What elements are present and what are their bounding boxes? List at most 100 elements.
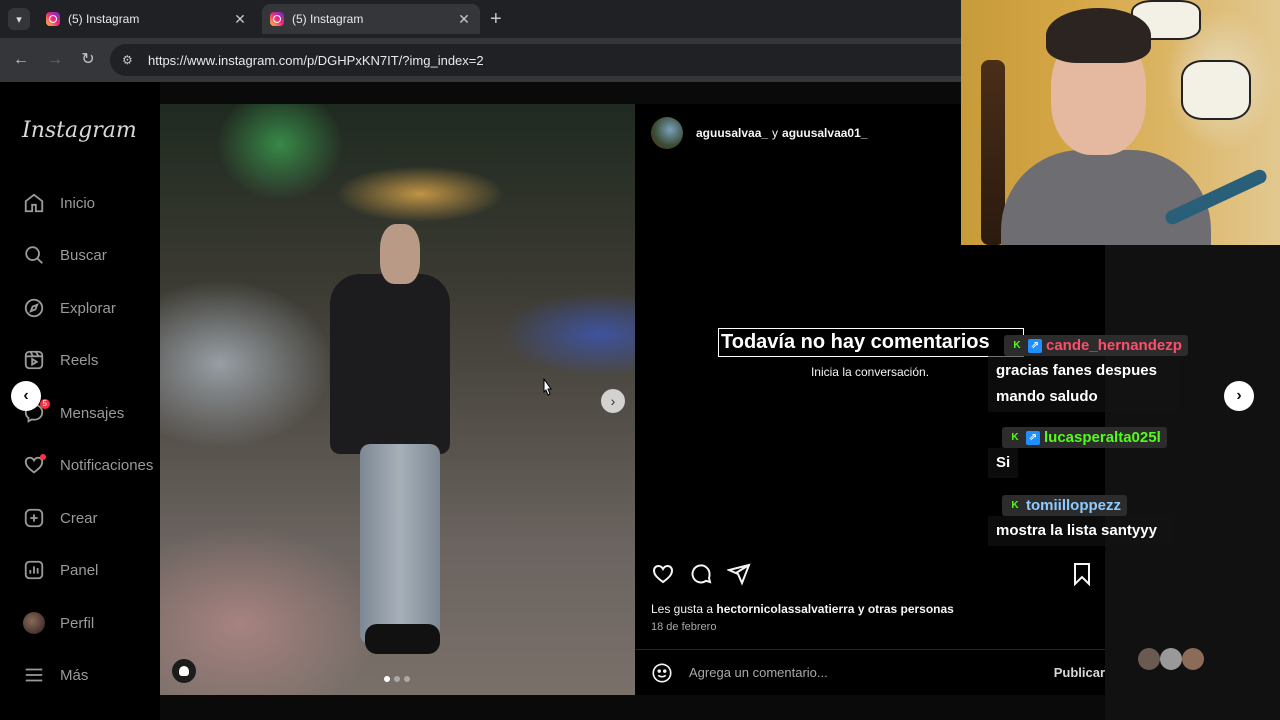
sidebar-item-mas[interactable]: Más — [22, 660, 88, 690]
sidebar-item-label: Crear — [60, 509, 98, 527]
avatar — [1182, 648, 1204, 670]
comment-button[interactable] — [689, 562, 713, 591]
prime-badge-icon: ⇗ — [1028, 338, 1042, 353]
post-date[interactable]: 18 de febrero — [651, 621, 716, 633]
likes-others-link[interactable]: y otras personas — [858, 602, 954, 616]
heart-icon — [652, 564, 674, 584]
tab-instagram-1[interactable]: (5) Instagram ✕ — [38, 4, 256, 34]
avatar — [1160, 648, 1182, 670]
carousel-dot — [394, 676, 400, 682]
new-tab-button[interactable]: + — [490, 9, 502, 29]
avatar[interactable] — [651, 117, 683, 149]
sidebar-item-inicio[interactable]: Inicio — [22, 188, 95, 218]
sidebar-item-explorar[interactable]: Explorar — [22, 293, 116, 323]
likes-prefix: Les gusta a — [651, 602, 714, 616]
sidebar-item-label: Panel — [60, 561, 99, 579]
save-button[interactable] — [1071, 562, 1093, 591]
emoji-icon[interactable] — [651, 662, 673, 684]
reload-button[interactable]: ↻ — [78, 50, 98, 70]
tab-instagram-2[interactable]: (5) Instagram ✕ — [262, 4, 480, 34]
back-button[interactable]: ← — [11, 50, 31, 70]
chat-message: K tomiilloppezz mostra la lista santyyy — [988, 495, 1213, 546]
post-authors: aguusalvaa_ y aguusalvaa01_ — [696, 126, 867, 140]
publish-button[interactable]: Publicar — [1054, 665, 1105, 680]
previous-post-button[interactable]: ‹ — [11, 381, 41, 411]
kick-badge-icon: K — [1011, 500, 1019, 511]
home-icon — [22, 191, 46, 215]
carousel-dot — [384, 676, 390, 682]
author-connector: y — [772, 126, 779, 140]
chat-username-box: K ⇗ cande_hernandezp — [1004, 335, 1188, 356]
avatar — [1138, 648, 1160, 670]
chat-text: mostra la lista santyyy — [988, 516, 1174, 546]
sidebar-item-label: Mensajes — [60, 404, 125, 422]
chat-username-box: K ⇗ lucasperalta025l — [1002, 427, 1167, 448]
sidebar-item-label: Explorar — [60, 299, 116, 317]
sidebar-item-label: Reels — [60, 351, 99, 369]
mouse-cursor-icon — [543, 378, 552, 396]
menu-icon — [22, 663, 46, 687]
user-tag-icon[interactable] — [172, 659, 196, 683]
site-settings-icon[interactable]: ⚙ — [122, 53, 136, 67]
photo-person — [330, 274, 450, 454]
compass-icon — [22, 296, 46, 320]
sidebar-item-label: Perfil — [60, 614, 95, 632]
instagram-favicon-icon — [46, 12, 60, 26]
chat-message: K ⇗ lucasperalta025l Si — [988, 427, 1213, 478]
sidebar-item-label: Inicio — [60, 194, 96, 212]
chat-message: K ⇗ cande_hernandezp gracias fanes despu… — [988, 335, 1213, 412]
comment-input[interactable]: Agrega un comentario... — [689, 665, 828, 680]
messages-badge: 5 — [39, 399, 50, 409]
kick-badge-icon: K — [1013, 340, 1021, 351]
instagram-logo[interactable]: Instagram — [22, 118, 137, 143]
post-photo[interactable]: › — [160, 104, 635, 695]
forward-button[interactable]: → — [45, 50, 65, 70]
plus-square-icon — [22, 506, 46, 530]
tab-title: (5) Instagram — [292, 12, 364, 26]
add-comment-row: Agrega un comentario... Publicar — [635, 649, 1105, 695]
share-icon — [725, 563, 751, 586]
carousel-indicator — [384, 676, 410, 682]
sidebar-item-buscar[interactable]: Buscar — [22, 240, 107, 270]
likes-summary: Les gusta a hectornicolassalvatierra y o… — [651, 602, 954, 616]
tab-title: (5) Instagram — [68, 12, 140, 26]
search-icon — [22, 243, 46, 267]
tab-search-button[interactable]: ▾ — [8, 8, 30, 30]
chat-text: Si — [988, 448, 1018, 478]
instagram-favicon-icon — [270, 12, 284, 26]
chat-text: gracias fanes despues mando saludo — [988, 356, 1178, 412]
sidebar-item-label: Notificaciones — [60, 456, 154, 474]
close-tab-icon[interactable]: ✕ — [232, 11, 248, 28]
screen: ▾ (5) Instagram ✕ (5) Instagram ✕ + ← → … — [0, 0, 1280, 720]
sidebar-item-panel[interactable]: Panel — [22, 555, 98, 585]
kick-badge-icon: K — [1011, 432, 1019, 443]
sidebar-item-label: Buscar — [60, 246, 107, 264]
like-button[interactable] — [651, 562, 675, 591]
post-actions — [651, 562, 751, 591]
chat-username: lucasperalta025l — [1044, 429, 1161, 446]
sidebar-item-notificaciones[interactable]: Notificaciones — [22, 450, 153, 480]
author-link[interactable]: aguusalvaa_ — [696, 126, 768, 140]
chart-icon — [22, 558, 46, 582]
webcam-overlay — [961, 0, 1280, 245]
chat-username: tomiilloppezz — [1026, 497, 1121, 514]
sidebar-item-crear[interactable]: Crear — [22, 503, 98, 533]
bookmark-icon — [1074, 563, 1090, 587]
avatar — [22, 611, 46, 635]
sidebar-item-label: Más — [60, 666, 89, 684]
address-bar[interactable]: ⚙ https://www.instagram.com/p/DGHPxKN7IT… — [110, 44, 1110, 76]
liker-link[interactable]: hectornicolassalvatierra — [716, 602, 854, 616]
empty-comments-title: Todavía no hay comentarios — [718, 328, 1024, 357]
url-text: https://www.instagram.com/p/DGHPxKN7IT/?… — [148, 52, 484, 68]
author-link[interactable]: aguusalvaa01_ — [782, 126, 867, 140]
carousel-next-button[interactable]: › — [601, 389, 625, 413]
sidebar-item-perfil[interactable]: Perfil — [22, 608, 94, 638]
prime-badge-icon: ⇗ — [1026, 430, 1040, 445]
heart-icon — [22, 453, 46, 477]
close-tab-icon[interactable]: ✕ — [456, 11, 472, 28]
post-header: aguusalvaa_ y aguusalvaa01_ — [651, 117, 867, 149]
sidebar-item-reels[interactable]: Reels — [22, 345, 98, 375]
share-button[interactable] — [725, 562, 751, 591]
comment-icon — [691, 564, 712, 584]
next-post-button[interactable]: › — [1224, 381, 1254, 411]
